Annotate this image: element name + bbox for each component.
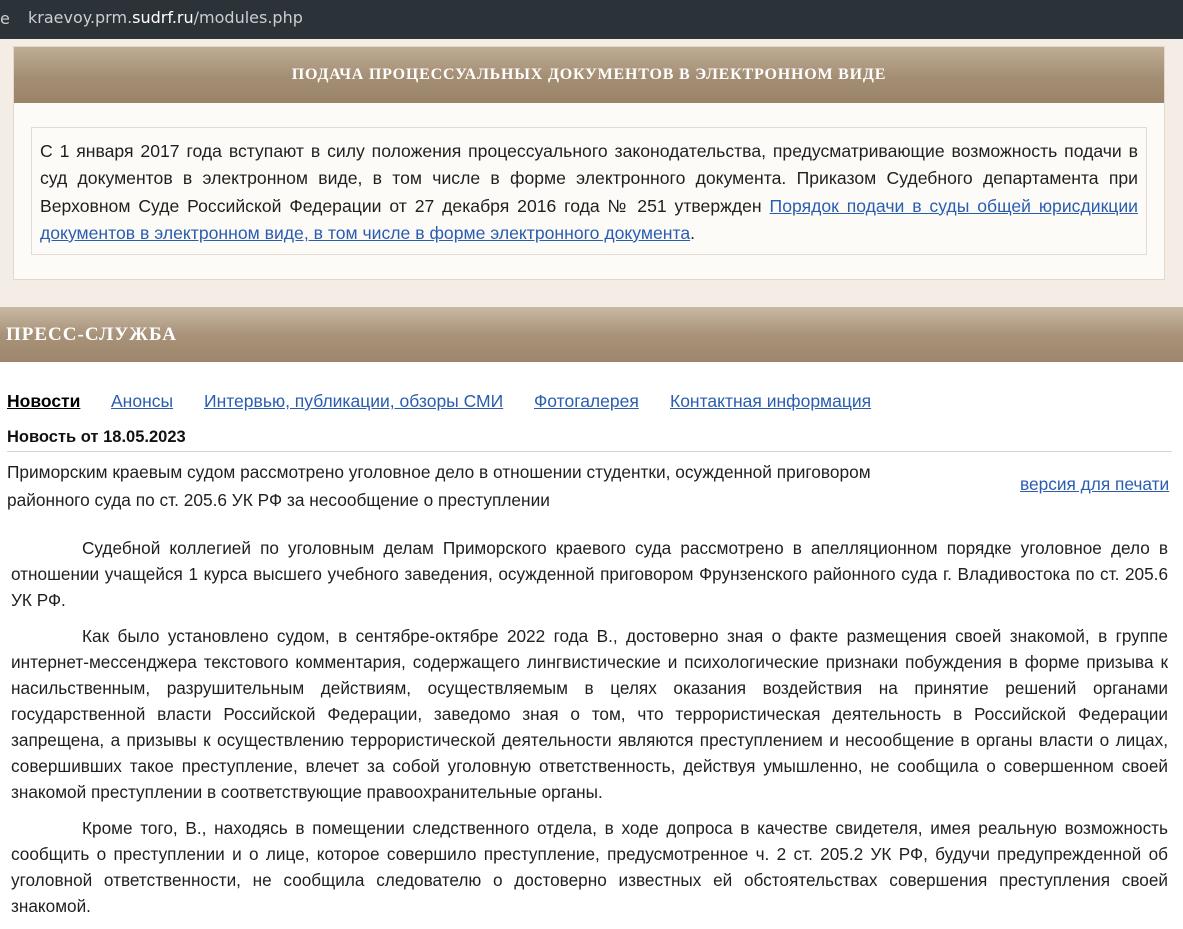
news-paragraph: Кроме того, В., находясь в помещении сле… [11,817,1168,917]
press-section-title: ПРЕСС-СЛУЖБА [0,307,1183,362]
url-path: /modules.php [193,8,303,27]
news-paragraph: Как было установлено судом, в сентябре-о… [11,625,1168,803]
print-version-link[interactable]: версия для печати [1020,474,1169,495]
url-prefix: kraevoy.prm. [28,8,133,27]
tab-news[interactable]: Новости [7,391,80,412]
news-date: Новость от 18.05.2023 [7,428,186,446]
tab-photogallery[interactable]: Фотогалерея [534,391,639,412]
news-title: Приморским краевым судом рассмотрено уго… [7,462,871,510]
tab-contacts[interactable]: Контактная информация [670,391,871,412]
notice-card-title: ПОДАЧА ПРОЦЕССУАЛЬНЫХ ДОКУМЕНТОВ В ЭЛЕКТ… [14,47,1164,103]
news-paragraph: Судебной коллегией по уголовным делам Пр… [11,538,1168,611]
notice-text-box: С 1 января 2017 года вступают в силу пол… [31,127,1147,255]
url-host: sudrf.ru [132,8,194,27]
browser-address-bar[interactable]: e kraevoy.prm.sudrf.ru/modules.php [0,0,1183,39]
tab-announcements[interactable]: Анонсы [111,391,173,412]
notice-text-end: . [690,222,696,243]
news-body: Судебной коллегией по уголовным делам Пр… [11,535,1168,929]
edge-fragment: e [0,9,10,28]
url-text[interactable]: kraevoy.prm.sudrf.ru/modules.php [28,8,303,27]
tab-interviews[interactable]: Интервью, публикации, обзоры СМИ [204,391,503,412]
divider [7,451,1172,452]
